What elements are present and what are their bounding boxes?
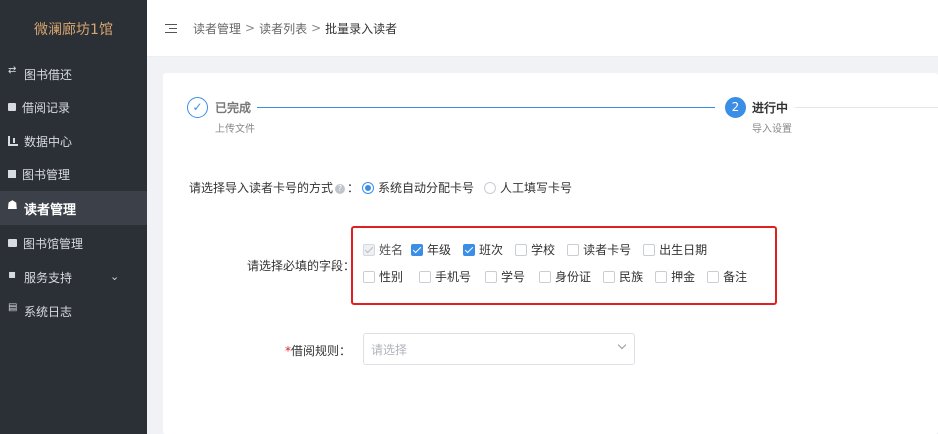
service-icon — [8, 267, 18, 282]
step-title: 已完成 — [215, 101, 252, 115]
checkbox-name[interactable]: 姓名 — [363, 241, 403, 258]
required-fields-row-1: 姓名 年级 班次 学校 读者卡号 出生日期 — [363, 241, 707, 258]
sidebar-item-library-management[interactable]: 图书馆管理 — [0, 226, 147, 260]
import-settings-card: ✓ 已完成 上传文件 2 进行中 导入设置 请选择导入读者卡号的方式?： 系统自… — [163, 73, 938, 434]
checkbox-phone[interactable]: 手机号 — [419, 268, 471, 285]
checkbox-birth-date[interactable]: 出生日期 — [643, 241, 707, 258]
sidebar-item-book-borrow[interactable]: 图书借还 — [0, 57, 147, 91]
step-connector — [257, 107, 715, 108]
required-fields-row-2: 性别 手机号 学号 身份证 民族 押金 备注 — [363, 268, 747, 285]
sidebar-item-service-support[interactable]: 服务支持 ⌄ — [0, 260, 147, 294]
breadcrumb-separator: > — [245, 21, 256, 35]
sidebar-item-label: 图书管理 — [22, 167, 71, 182]
checkbox-remark[interactable]: 备注 — [707, 268, 747, 285]
sidebar-item-label: 数据中心 — [24, 134, 73, 149]
sidebar: 微澜廊坊1馆 图书借还 借阅记录 数据中心 图书管理 读者管理 图书馆管理 服务… — [0, 0, 147, 434]
sidebar-item-label: 借阅记录 — [22, 100, 71, 115]
breadcrumb: 读者管理 > 读者列表 > 批量录入读者 — [193, 20, 397, 37]
required-fields-label: 请选择必填的字段： — [247, 259, 356, 273]
checkbox-ethnicity[interactable]: 民族 — [603, 268, 643, 285]
chevron-down-icon[interactable]: ⌄ — [110, 270, 119, 283]
checkbox-grade[interactable]: 年级 — [411, 241, 451, 258]
step-desc: 导入设置 — [752, 124, 792, 135]
borrow-rule-label: *借阅规则： — [285, 344, 352, 358]
step-desc: 上传文件 — [215, 124, 255, 135]
breadcrumb-item[interactable]: 读者管理 — [193, 20, 241, 37]
menu-toggle-icon[interactable] — [165, 23, 177, 33]
highlight-box — [351, 226, 777, 305]
card-mode-label: 请选择导入读者卡号的方式?： — [189, 181, 360, 195]
app-logo-title: 微澜廊坊1馆 — [34, 21, 113, 38]
checkbox-school[interactable]: 学校 — [515, 241, 555, 258]
checkbox-id-card[interactable]: 身份证 — [539, 268, 591, 285]
sidebar-item-label: 图书馆管理 — [23, 236, 84, 251]
chart-icon — [8, 136, 18, 146]
sidebar-item-reader-management[interactable]: 读者管理 — [0, 191, 147, 225]
sidebar-item-book-management[interactable]: 图书管理 — [0, 157, 147, 191]
breadcrumb-separator: > — [311, 21, 322, 35]
sidebar-item-label: 图书借还 — [24, 67, 73, 82]
top-bar: 读者管理 > 读者列表 > 批量录入读者 — [147, 0, 938, 57]
help-icon[interactable]: ? — [335, 183, 346, 194]
checkbox-card-number[interactable]: 读者卡号 — [567, 241, 631, 258]
checkbox-class[interactable]: 班次 — [463, 241, 503, 258]
radio-manual-entry[interactable]: 人工填写卡号 — [484, 179, 572, 196]
sidebar-item-label: 服务支持 — [24, 270, 73, 285]
swap-icon — [8, 65, 18, 79]
sidebar-item-label: 系统日志 — [24, 304, 73, 319]
borrow-rule-select[interactable]: 请选择 — [363, 333, 635, 365]
step-connector — [795, 107, 938, 108]
checkbox-student-id[interactable]: 学号 — [485, 268, 525, 285]
breadcrumb-item[interactable]: 读者列表 — [259, 20, 307, 37]
card-mode-radio-group: 系统自动分配卡号 人工填写卡号 — [362, 179, 582, 196]
step-title: 进行中 — [752, 101, 789, 115]
library-icon — [8, 239, 17, 247]
step-number: 2 — [725, 97, 746, 118]
breadcrumb-current: 批量录入读者 — [325, 21, 398, 36]
radio-selected-icon — [362, 181, 374, 194]
sidebar-item-system-log[interactable]: 系统日志 — [0, 294, 147, 328]
sidebar-item-label: 读者管理 — [24, 202, 77, 218]
users-icon — [7, 198, 18, 213]
chevron-down-icon — [617, 340, 627, 350]
select-placeholder: 请选择 — [371, 342, 408, 357]
sidebar-item-data-center[interactable]: 数据中心 — [0, 124, 147, 158]
book-icon — [8, 170, 16, 178]
record-icon — [8, 103, 16, 111]
check-icon: ✓ — [187, 97, 208, 118]
radio-auto-assign[interactable]: 系统自动分配卡号 — [362, 179, 474, 196]
radio-unselected-icon — [484, 181, 497, 194]
log-icon — [8, 302, 18, 316]
checkbox-deposit[interactable]: 押金 — [655, 268, 695, 285]
sidebar-item-borrow-records[interactable]: 借阅记录 — [0, 90, 147, 124]
checkbox-gender[interactable]: 性别 — [363, 268, 403, 285]
